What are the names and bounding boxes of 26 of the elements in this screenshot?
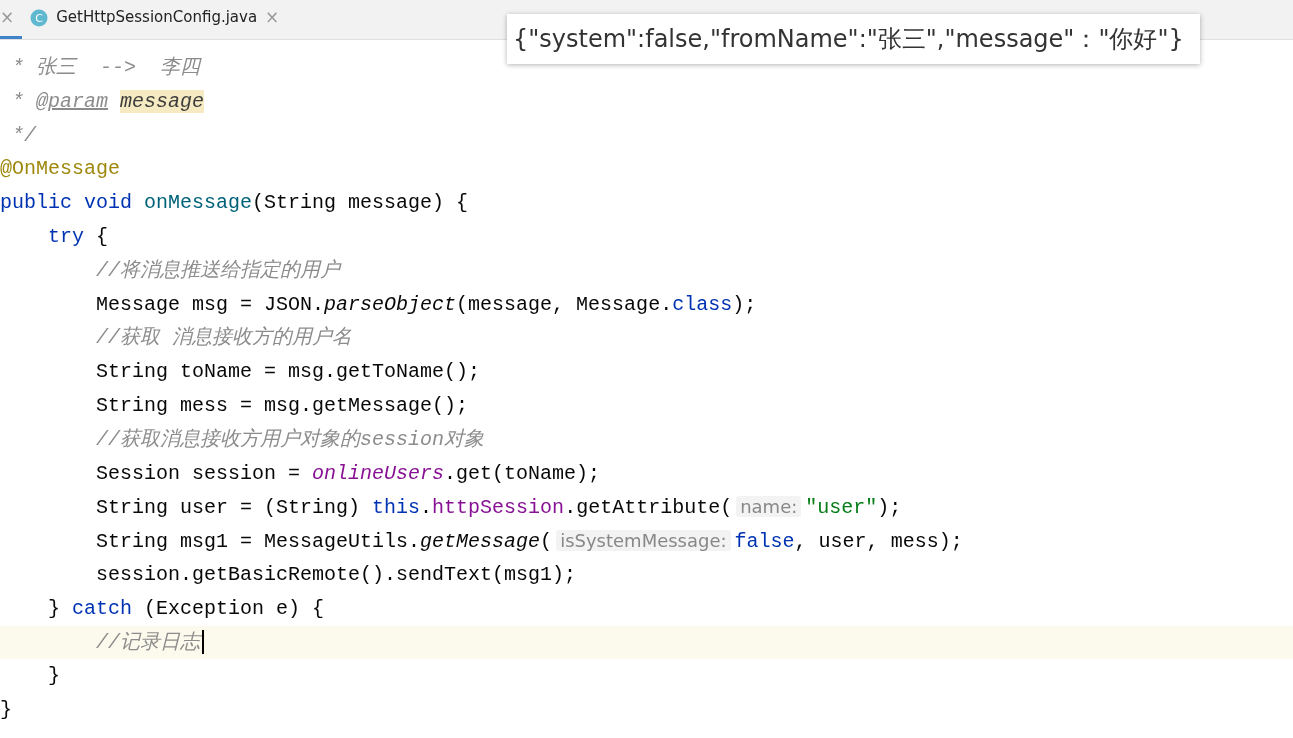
code-line: try { <box>47 224 110 250</box>
code-line: String msg1 = MessageUtils.getMessage( isSystemMessage: false, user, mess); <box>95 529 964 556</box>
code-line: * 张三 --> 李四 <box>11 55 203 81</box>
code-line: String toName = msg.getToName(); <box>95 359 482 386</box>
close-tab-button[interactable]: × <box>265 4 280 31</box>
code-line: */ <box>11 122 38 149</box>
code-line: public void onMessage(String message) { <box>0 190 470 217</box>
code-line: //获取消息接收方用户对象的session对象 <box>95 426 486 453</box>
code-line: //获取 消息接收方的用户名 <box>95 325 354 352</box>
class-file-icon: C <box>30 8 49 27</box>
close-tab-button[interactable]: × <box>0 4 15 31</box>
code-line: String mess = msg.getMessage(); <box>95 392 470 419</box>
json-tooltip: {"system":false,"fromName":"张三","message"："你好"} <box>507 14 1200 64</box>
code-line: } <box>47 663 61 690</box>
editor-tab[interactable]: C GetHttpSessionConfig.java × <box>22 0 288 39</box>
code-line: * @param message <box>11 88 206 115</box>
code-line: //将消息推送给指定的用户 <box>95 257 343 284</box>
code-line: Message msg = JSON.parseObject(message, Message.class); <box>95 291 758 318</box>
editor-tab[interactable]: × <box>0 0 23 39</box>
code-line: } catch (Exception e) { <box>47 595 326 622</box>
code-line: String user = (String) this.httpSession.getAttribute( name: "user"); <box>95 495 903 522</box>
tab-label: GetHttpSessionConfig.java <box>56 7 258 29</box>
code-line: @OnMessage <box>0 156 122 183</box>
code-line: Session session = onlineUsers.get(toName); <box>95 460 602 487</box>
code-line: } <box>0 697 13 724</box>
code-line: session.getBasicRemote().sendText(msg1); <box>95 561 578 588</box>
